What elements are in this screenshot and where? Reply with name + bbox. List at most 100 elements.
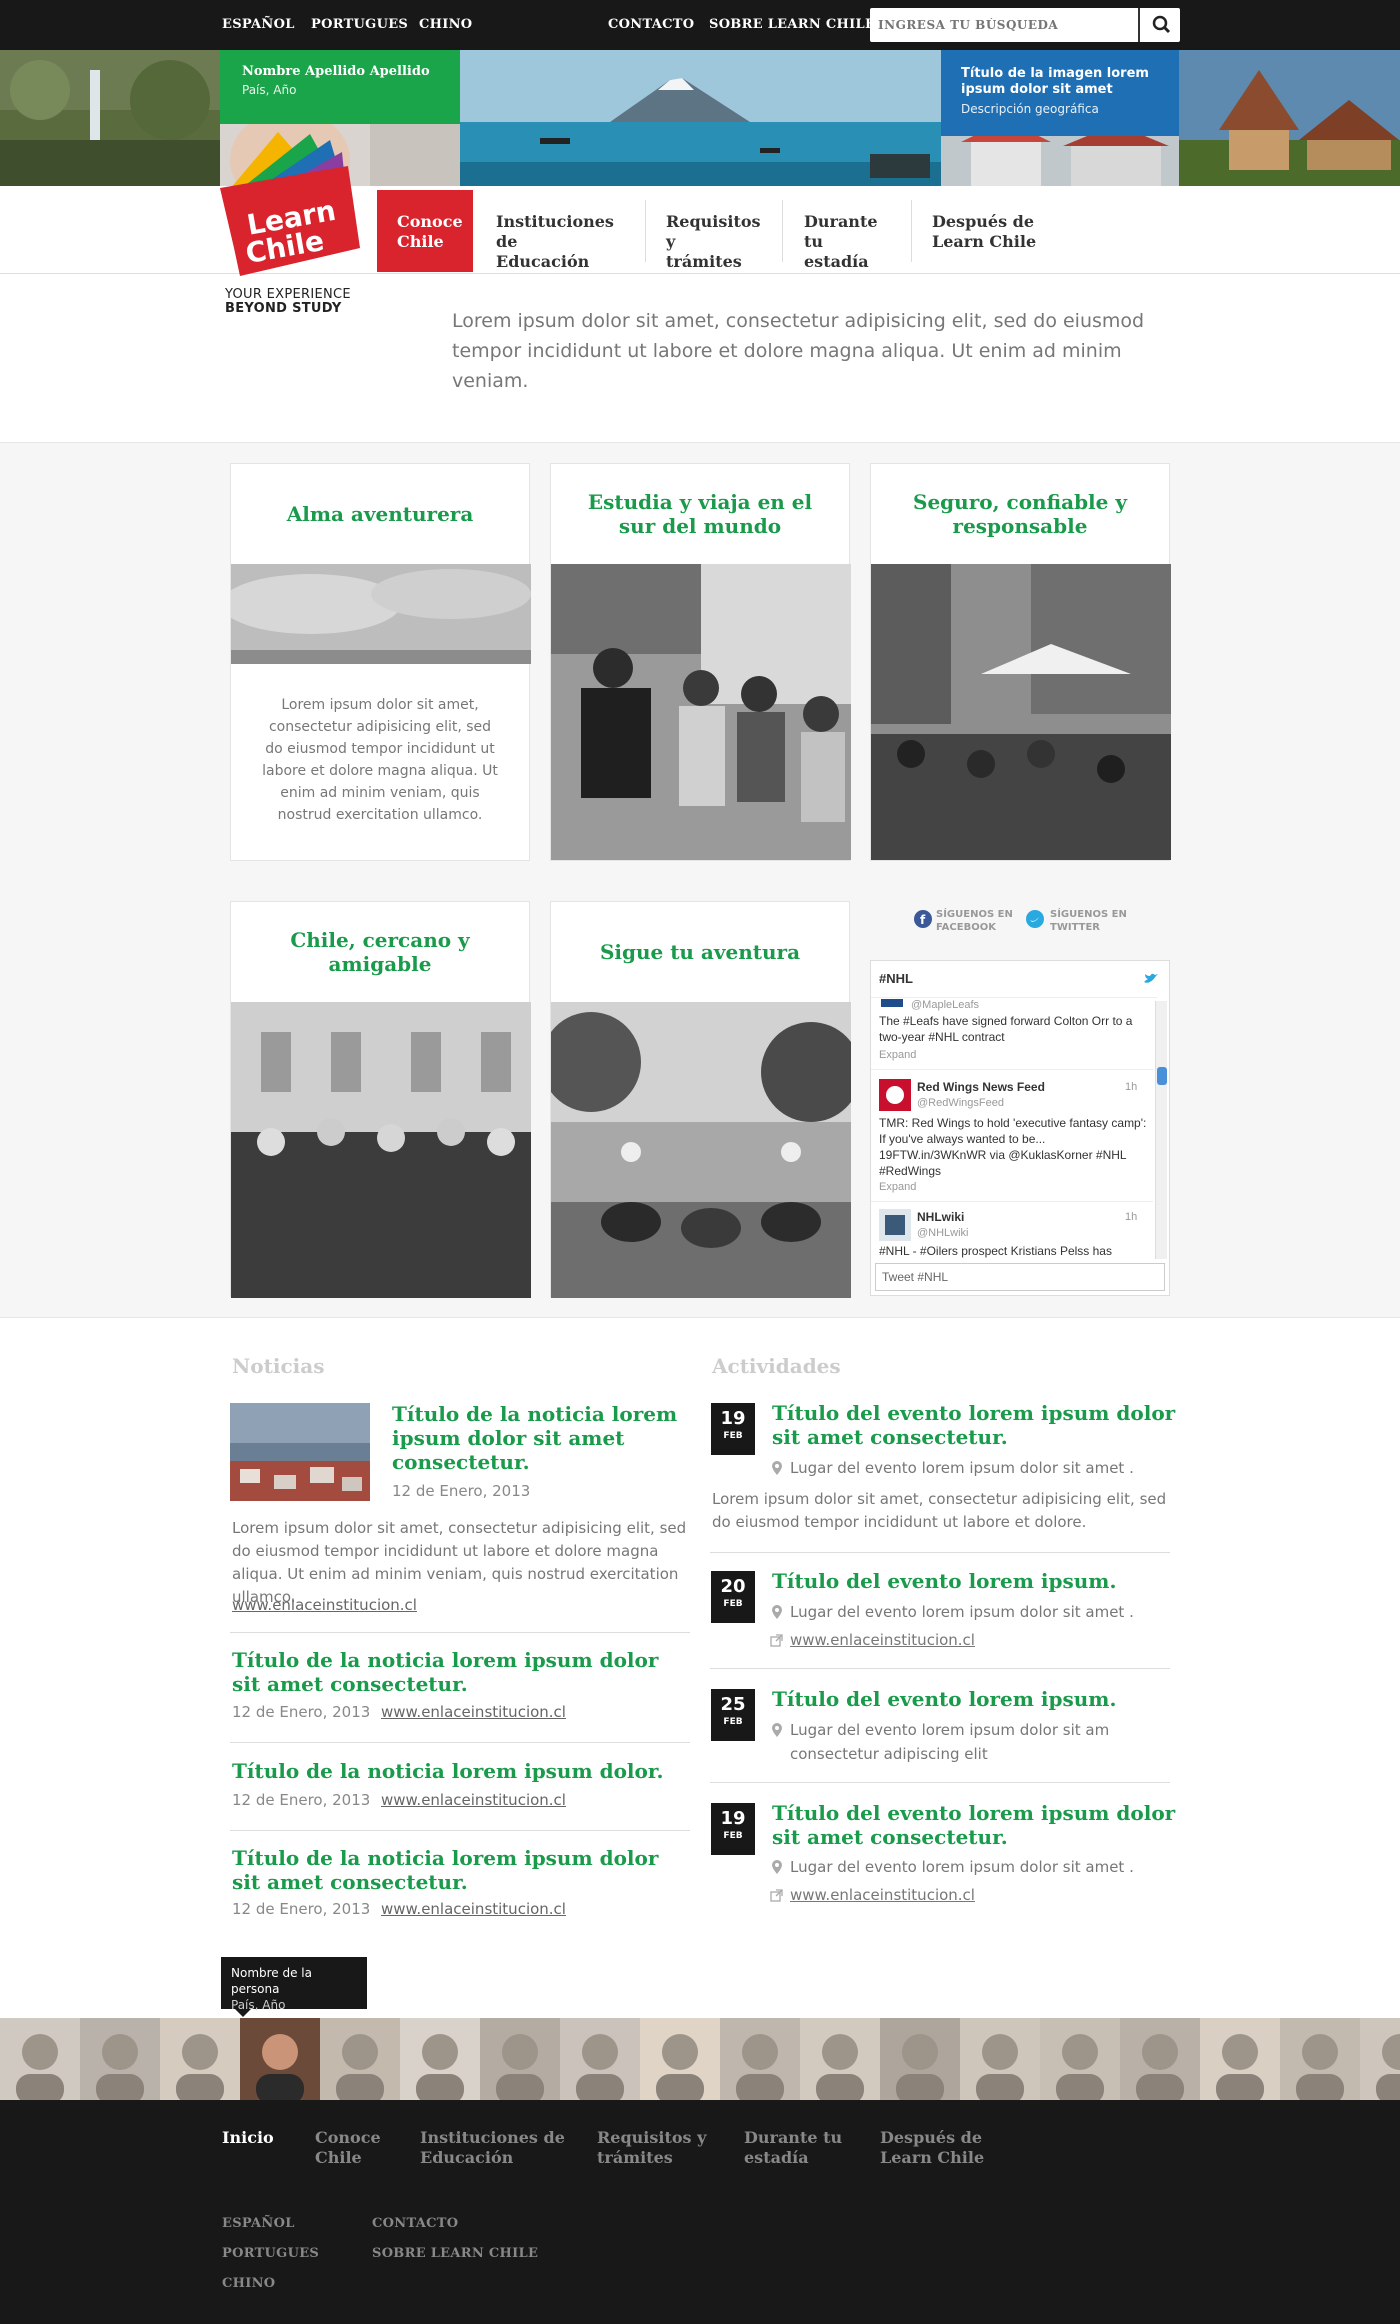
nav-requisitos[interactable]: Requisitos y trámites <box>646 190 782 272</box>
footer-nav-durante[interactable]: Durante tu estadía <box>744 2128 842 2168</box>
news-title[interactable]: Título de la noticia lorem ipsum dolor s… <box>232 1846 682 1894</box>
event-place: Lugar del evento lorem ipsum dolor sit a… <box>790 1721 1110 1763</box>
tweet-list[interactable]: @MapleLeafs The #Leafs have signed forwa… <box>871 999 1153 1259</box>
person-tooltip: Nombre de la persona País, Año <box>221 1957 367 2017</box>
person-silhouette <box>1296 2034 1344 2100</box>
lang-espanol-link[interactable]: ESPAÑOL <box>222 17 295 32</box>
tile-title: Alma aventurera <box>286 502 474 526</box>
person-photo[interactable] <box>320 2018 400 2100</box>
scroll-thumb[interactable] <box>1157 1067 1167 1085</box>
event-title[interactable]: Título del evento lorem ipsum dolor sit … <box>772 1401 1182 1449</box>
person-photo[interactable] <box>720 2018 800 2100</box>
tweet-expand[interactable]: Expand <box>879 1047 1149 1063</box>
event-title[interactable]: Título del evento lorem ipsum. <box>772 1687 1182 1711</box>
tweet-text: #NHL - #Oilers prospect Kristians Pelss … <box>879 1244 1112 1258</box>
facebook-label[interactable]: SÍGUENOS EN FACEBOOK <box>936 908 1016 934</box>
person-photo[interactable] <box>80 2018 160 2100</box>
news-title[interactable]: Título de la noticia lorem ipsum dolor. <box>232 1759 682 1783</box>
person-photo[interactable] <box>480 2018 560 2100</box>
nav-durante[interactable]: Durante tu estadía <box>784 190 912 272</box>
event-divider <box>710 1552 1170 1553</box>
nav-conoce-chile[interactable]: Conoce Chile <box>377 190 473 272</box>
tile-sigue-aventura[interactable]: Sigue tu aventura <box>541 901 861 1298</box>
person-silhouette <box>416 2034 464 2100</box>
person-photo[interactable] <box>160 2018 240 2100</box>
students-photo <box>551 564 851 860</box>
horse-riders-photo <box>541 1002 861 1298</box>
lang-chino-link[interactable]: CHINO <box>419 17 472 32</box>
news-title[interactable]: Título de la noticia lorem ipsum dolor s… <box>232 1648 682 1696</box>
facebook-icon: f <box>914 910 932 928</box>
logo-mark: Learn Chile <box>220 132 360 276</box>
event-date: 20 FEB <box>711 1571 755 1623</box>
footer-nav-inicio[interactable]: Inicio <box>222 2128 274 2148</box>
person-photo[interactable] <box>1040 2018 1120 2100</box>
news-thumbnail[interactable] <box>230 1403 370 1501</box>
news-link[interactable]: www.enlaceinstitucion.cl <box>381 1900 566 1918</box>
person-photo[interactable] <box>800 2018 880 2100</box>
search-button[interactable] <box>1138 8 1180 42</box>
nav-despues[interactable]: Después de Learn Chile <box>912 190 1062 272</box>
nav-divider <box>782 200 783 262</box>
tile-title: Estudia y viaja en el sur del mundo <box>587 490 813 538</box>
twitter-icon <box>1026 910 1044 928</box>
twitter-label[interactable]: SÍGUENOS EN TWITTER <box>1050 908 1130 934</box>
person-photo[interactable] <box>240 2018 320 2100</box>
tweet-divider <box>871 1201 1153 1202</box>
contacto-link[interactable]: CONTACTO <box>608 17 694 32</box>
person-photo[interactable] <box>1280 2018 1360 2100</box>
tweet-compose-input[interactable]: Tweet #NHL <box>875 1263 1165 1291</box>
footer-lang-espanol[interactable]: ESPAÑOL <box>222 2216 295 2231</box>
person-photo[interactable] <box>0 2018 80 2100</box>
event-link[interactable]: www.enlaceinstitucion.cl <box>790 1883 975 1907</box>
person-silhouette <box>1216 2034 1264 2100</box>
tweet-expand[interactable]: Expand <box>879 1179 1149 1195</box>
learn-chile-logo[interactable]: Learn Chile <box>218 126 368 276</box>
tweet-scrollbar[interactable] <box>1155 1001 1167 1259</box>
news-date: 12 de Enero, 2013 <box>232 1791 371 1809</box>
person-photo[interactable] <box>880 2018 960 2100</box>
footer-nav-conoce[interactable]: Conoce Chile <box>315 2128 381 2168</box>
tagline: YOUR EXPERIENCE BEYOND STUDY <box>225 287 351 316</box>
person-photo[interactable] <box>960 2018 1040 2100</box>
sobre-learn-chile-link[interactable]: SOBRE LEARN CHILE <box>709 17 875 32</box>
search-input[interactable] <box>878 14 1140 36</box>
news-link[interactable]: www.enlaceinstitucion.cl <box>381 1703 566 1721</box>
footer-contacto[interactable]: CONTACTO <box>372 2216 458 2231</box>
event-title[interactable]: Título del evento lorem ipsum dolor sit … <box>772 1801 1182 1849</box>
footer-lang-portugues[interactable]: PORTUGUES <box>222 2246 319 2261</box>
person-photo[interactable] <box>1360 2018 1400 2100</box>
news-divider <box>230 1632 690 1633</box>
person-photo[interactable] <box>1120 2018 1200 2100</box>
news-link[interactable]: www.enlaceinstitucion.cl <box>381 1791 566 1809</box>
footer-nav-instituciones[interactable]: Instituciones de Educación <box>420 2128 565 2168</box>
news-date: 12 de Enero, 2013 <box>232 1900 371 1918</box>
location-pin-icon <box>772 1860 782 1874</box>
facebook-link[interactable]: f <box>914 910 932 932</box>
footer-nav-despues[interactable]: Después de Learn Chile <box>880 2128 984 2168</box>
twitter-link[interactable] <box>1026 910 1044 932</box>
event-link[interactable]: www.enlaceinstitucion.cl <box>790 1628 975 1652</box>
lang-portugues-link[interactable]: PORTUGUES <box>311 17 408 32</box>
news-link[interactable]: www.enlaceinstitucion.cl <box>232 1596 417 1614</box>
nav-instituciones[interactable]: Instituciones de Educación <box>476 190 646 272</box>
person-photo[interactable] <box>400 2018 480 2100</box>
person-photo[interactable] <box>560 2018 640 2100</box>
banner-person-sub: País, Año <box>242 83 297 97</box>
person-photo[interactable] <box>1200 2018 1280 2100</box>
footer-sobre[interactable]: SOBRE LEARN CHILE <box>372 2246 538 2261</box>
news-title[interactable]: Título de la noticia lorem ipsum dolor s… <box>392 1402 692 1474</box>
tile-alma-aventurera[interactable]: Alma aventurera Lorem ipsum dolor sit am… <box>221 463 531 861</box>
footer-nav-requisitos[interactable]: Requisitos y trámites <box>597 2128 706 2168</box>
tile-estudia-viaja[interactable]: Estudia y viaja en el sur del mundo <box>550 463 851 861</box>
news-date: 12 de Enero, 2013 <box>232 1703 371 1721</box>
meta-separator: · <box>365 1900 370 1918</box>
footer-lang-chino[interactable]: CHINO <box>222 2276 275 2291</box>
event-title[interactable]: Título del evento lorem ipsum. <box>772 1569 1182 1593</box>
tile-title: Seguro, confiable y responsable <box>913 490 1127 538</box>
person-photo[interactable] <box>640 2018 720 2100</box>
tile-chile-cercano[interactable]: Chile, cercano y amigable <box>230 901 531 1298</box>
tile-seguro-confiable[interactable]: Seguro, confiable y responsable <box>870 463 1171 861</box>
event-place: Lugar del evento lorem ipsum dolor sit a… <box>790 1459 1134 1477</box>
news-date: 12 de Enero, 2013 <box>392 1482 531 1500</box>
